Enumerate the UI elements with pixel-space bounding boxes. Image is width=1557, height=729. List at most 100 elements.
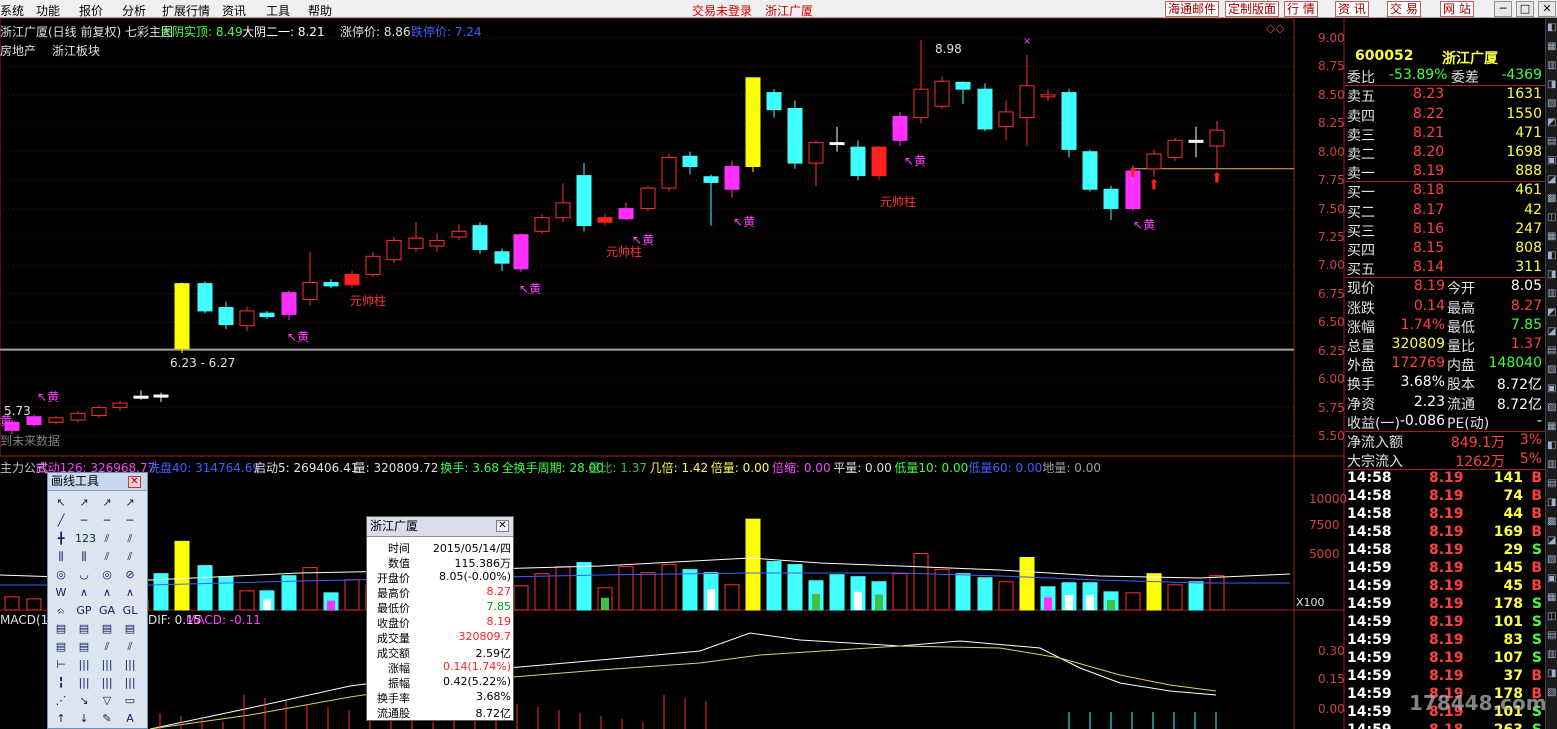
trade-button[interactable]: 交 易 (1387, 1, 1421, 17)
draw-tool-icon[interactable]: ↑ (52, 710, 70, 728)
draw-tool-icon[interactable]: ||| (98, 674, 116, 692)
draw-tool-icon[interactable]: ╱ (52, 512, 70, 530)
draw-tool-icon[interactable]: ◎ (52, 566, 70, 584)
ask-price: 8.21 (1413, 124, 1445, 141)
draw-tool-icon[interactable]: ─ (98, 512, 116, 530)
draw-tool-icon[interactable]: ↗ (75, 494, 93, 512)
draw-tool-icon[interactable]: ᨑ (52, 602, 70, 620)
candle-body (259, 312, 275, 318)
draw-tool-icon[interactable]: ▤ (121, 620, 139, 638)
volume-bar (239, 590, 255, 611)
draw-tool-icon[interactable]: ✎ (98, 710, 116, 728)
price-tick: 6.75 (1318, 286, 1345, 301)
draw-tool-icon[interactable]: ▽ (98, 692, 116, 710)
draw-tool-icon[interactable]: ||| (98, 656, 116, 674)
draw-tool-icon[interactable]: ◎ (98, 566, 116, 584)
tick-volume: 169 (1493, 524, 1523, 541)
draw-tool-icon[interactable]: ╋ (52, 530, 70, 548)
tick-time: 14:58 (1347, 470, 1392, 487)
custom-layout-button[interactable]: 定制版面 (1225, 1, 1280, 17)
trade-login-status[interactable]: 交易未登录 (692, 2, 752, 19)
quotes-button[interactable]: 行 情 (1284, 1, 1318, 17)
draw-tool-icon[interactable]: ⊢ (52, 656, 70, 674)
draw-tool-icon[interactable]: ⊘ (121, 566, 139, 584)
draw-tool-icon[interactable]: ⫽ (121, 548, 139, 566)
popup-title[interactable]: 浙江广厦 (367, 517, 513, 537)
draw-tool-icon[interactable]: ⫽ (121, 638, 139, 656)
draw-tool-icon[interactable]: ⫽ (121, 530, 139, 548)
draw-tool-icon[interactable]: ⫽ (98, 638, 116, 656)
menu-quote[interactable]: 报价 (79, 2, 103, 19)
close-icon[interactable]: ✕ (1538, 1, 1556, 17)
menu-info[interactable]: 资讯 (222, 2, 246, 19)
ask-label: 卖四 (1347, 108, 1375, 125)
menu-function[interactable]: 功能 (36, 2, 60, 19)
draw-tool-icon[interactable]: ↓ (75, 710, 93, 728)
menu-system[interactable]: 系统 (0, 2, 24, 19)
draw-tool-icon[interactable]: GP (75, 602, 93, 620)
draw-tool-icon[interactable]: ↘ (75, 692, 93, 710)
ask-row: 卖二 8.20 1698 (1345, 143, 1545, 163)
maximize-icon[interactable]: □ (1516, 1, 1534, 17)
draw-tool-icon[interactable]: ╏ (52, 674, 70, 692)
draw-tool-icon[interactable]: ▭ (121, 692, 139, 710)
draw-tool-icon[interactable]: ─ (121, 512, 139, 530)
minimize-icon[interactable]: ─ (1494, 1, 1512, 17)
popup-field-label: 最高价 (377, 587, 410, 600)
draw-tool-icon[interactable]: ⫼ (75, 548, 93, 566)
draw-tool-icon[interactable]: ▤ (52, 638, 70, 656)
tick-volume: 45 (1503, 578, 1523, 595)
draw-tool-icon[interactable]: ||| (121, 656, 139, 674)
menu-extended-quotes[interactable]: 扩展行情 (162, 2, 210, 19)
draw-tool-icon[interactable]: ▤ (75, 638, 93, 656)
volume-bar (934, 569, 950, 611)
popup-field-value: 2015/05/14/四 (432, 542, 511, 555)
draw-tool-icon[interactable]: A (121, 710, 139, 728)
menu-help[interactable]: 帮助 (308, 2, 332, 19)
close-icon[interactable]: ✕ (496, 520, 509, 532)
candle-body (998, 111, 1014, 128)
tick-price: 8.19 (1429, 524, 1464, 541)
bid-label: 买五 (1347, 262, 1375, 279)
candle-body (281, 292, 297, 315)
tick-volume: 145 (1493, 560, 1523, 577)
chart-corner-icon[interactable]: ◇◇ (1266, 21, 1284, 35)
draw-tool-icon[interactable]: ⫽ (98, 530, 116, 548)
draw-tool-icon[interactable]: ▤ (75, 620, 93, 638)
draw-tool-icon[interactable]: W (52, 584, 70, 602)
draw-tool-icon[interactable]: ▤ (98, 620, 116, 638)
draw-tool-icon[interactable]: ∧ (98, 584, 116, 602)
draw-tool-icon[interactable]: ||| (75, 656, 93, 674)
draw-tool-icon[interactable]: ⫼ (52, 548, 70, 566)
volume-bar-inner (263, 599, 271, 610)
stat-value: 320809 (1391, 336, 1445, 352)
draw-tool-icon[interactable]: ||| (75, 674, 93, 692)
draw-tool-icon[interactable]: ↗ (98, 494, 116, 512)
draw-tool-icon[interactable]: ▤ (52, 620, 70, 638)
sector-zhejiang[interactable]: 浙江板块 (52, 42, 100, 59)
menu-analysis[interactable]: 分析 (122, 2, 146, 19)
close-icon[interactable]: ✕ (128, 476, 141, 488)
macd-series (149, 632, 1217, 729)
draw-tool-icon[interactable]: ↖ (52, 494, 70, 512)
ask-volume: 1550 (1506, 105, 1542, 122)
menu-tools[interactable]: 工具 (266, 2, 290, 19)
candle-body (112, 402, 128, 409)
draw-tool-icon[interactable]: ∧ (75, 584, 93, 602)
draw-tool-icon[interactable]: ⫽ (98, 548, 116, 566)
draw-tool-icon[interactable]: ⋰ (52, 692, 70, 710)
draw-tool-icon[interactable]: ||| (121, 674, 139, 692)
volume-bar (576, 562, 592, 611)
website-button[interactable]: 网 站 (1440, 1, 1474, 17)
mail-button[interactable]: 海通邮件 (1165, 1, 1220, 17)
draw-tool-icon[interactable]: 123 (75, 530, 96, 548)
news-button[interactable]: 资 讯 (1335, 1, 1369, 17)
draw-tool-icon[interactable]: ─ (75, 512, 93, 530)
draw-tool-icon[interactable]: ◡ (75, 566, 93, 584)
draw-tool-icon[interactable]: ∧ (121, 584, 139, 602)
bid-price: 8.14 (1413, 259, 1445, 276)
sector-realestate[interactable]: 房地产 (0, 42, 36, 59)
draw-tool-icon[interactable]: ↗ (121, 494, 139, 512)
draw-tool-icon[interactable]: GA (98, 602, 116, 620)
draw-tool-icon[interactable]: GL (121, 602, 139, 620)
